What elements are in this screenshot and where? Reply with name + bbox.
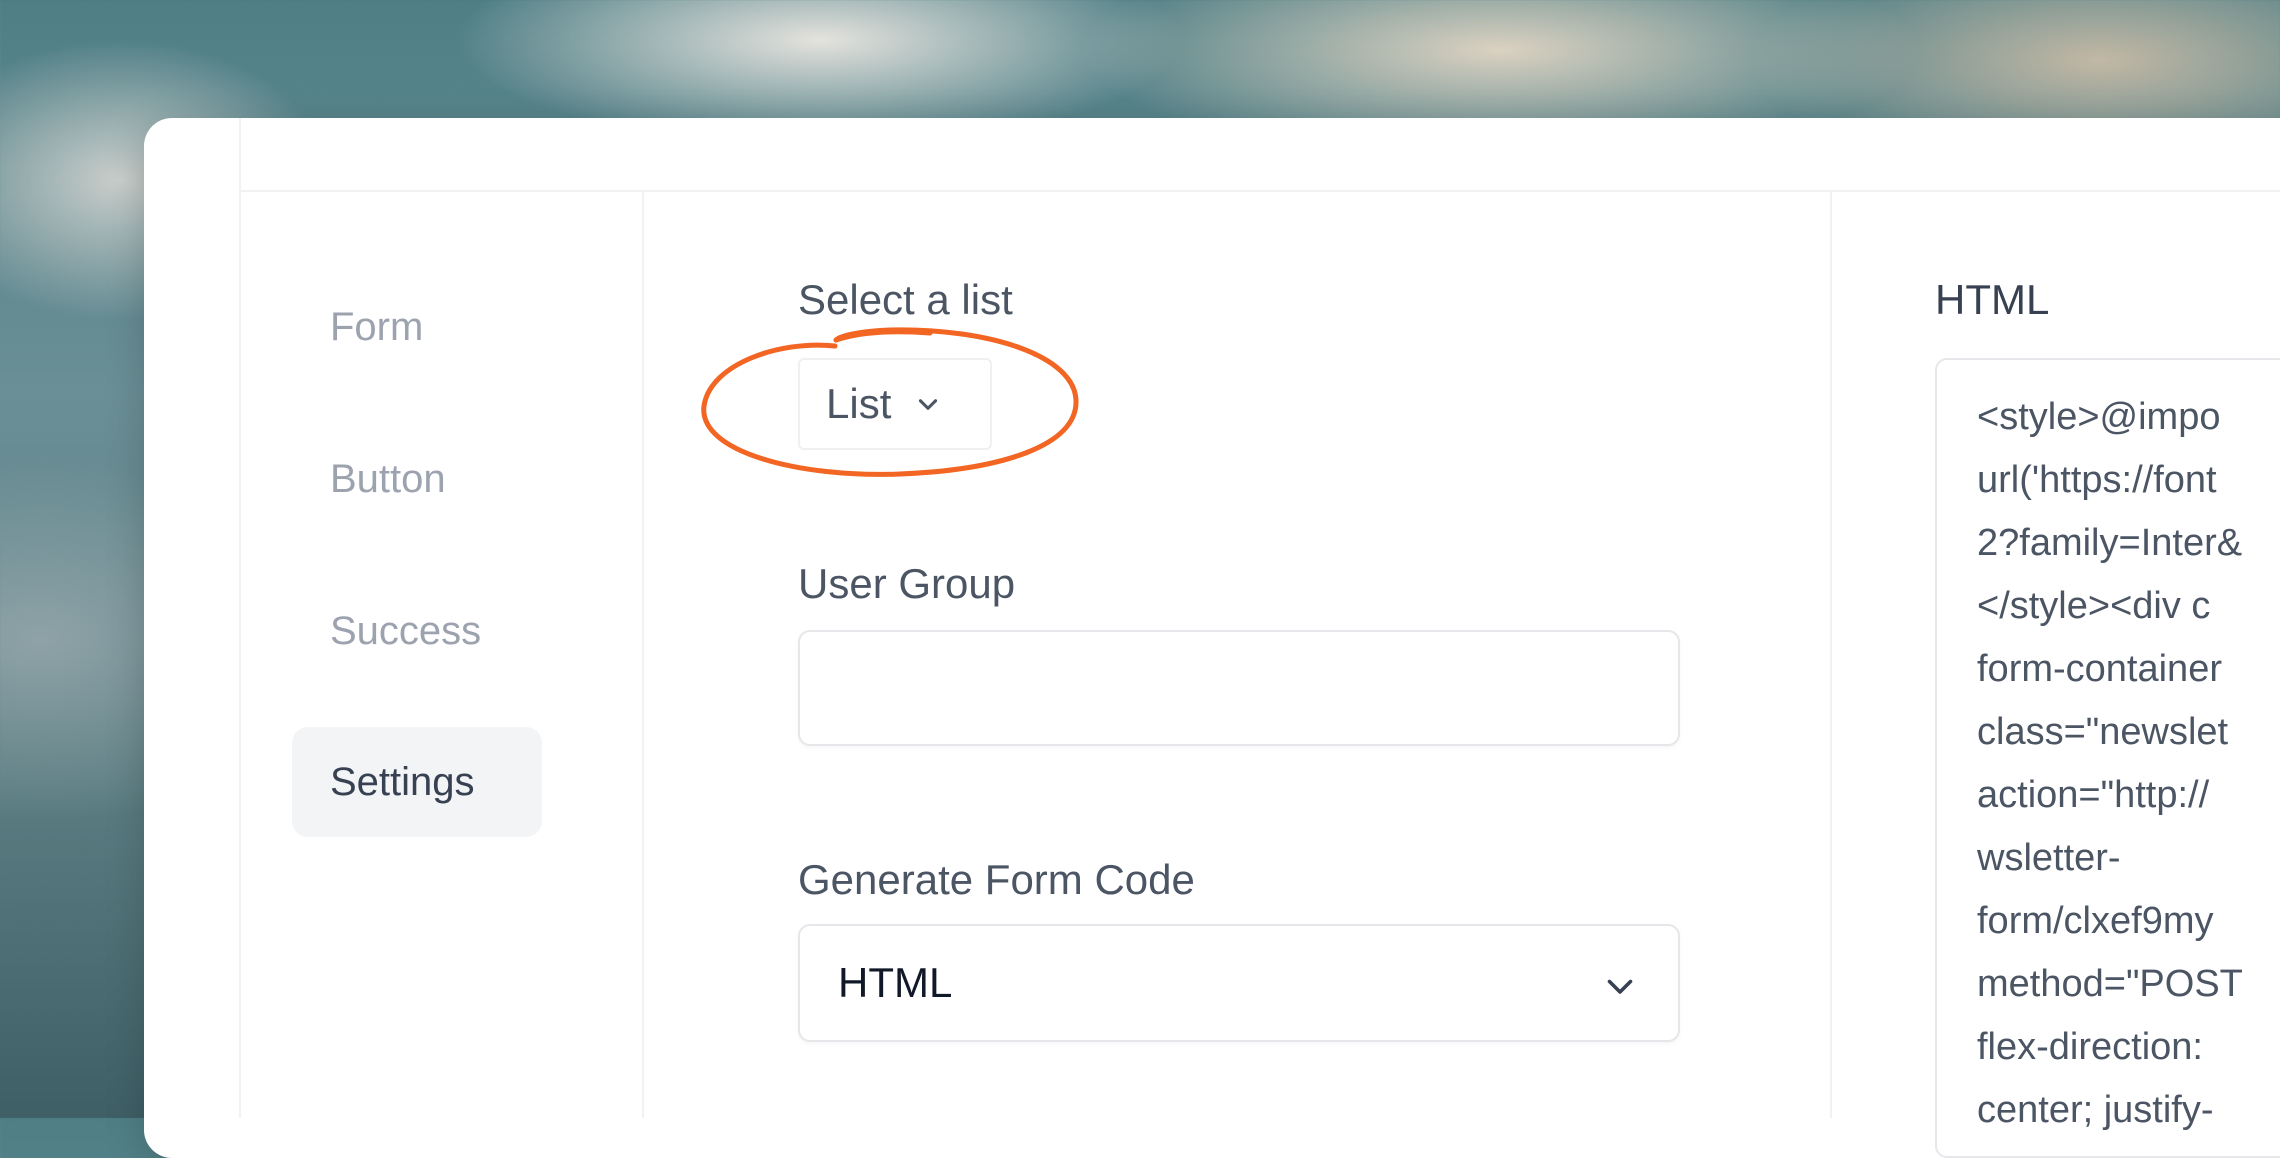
code-line: wsletter- [1977, 837, 2121, 879]
select-list-label: Select a list [798, 276, 1013, 323]
highlight-annotation [701, 327, 1079, 477]
user-group-label: User Group [798, 560, 1016, 607]
generate-form-code-label: Generate Form Code [798, 856, 1195, 903]
code-line: url('https://font [1977, 459, 2217, 501]
user-group-input[interactable] [798, 630, 1680, 746]
column-divider-left [642, 192, 644, 1118]
code-output[interactable]: <style>@impo url('https://font 2?family=… [1935, 358, 2280, 1158]
sidebar-item-label: Button [330, 456, 446, 501]
code-line: center; justify- [1977, 1089, 2214, 1131]
code-line: <style>@impo [1977, 396, 2221, 438]
sidebar-item-label: Form [330, 304, 424, 349]
sidebar-item-success[interactable]: Success [292, 576, 542, 686]
sidebar-item-label: Settings [330, 759, 475, 804]
sidebar-item-label: Success [330, 608, 482, 653]
column-divider-right [1830, 192, 1832, 1118]
code-line: class="newslet [1977, 711, 2229, 753]
code-line: action="http:// [1977, 774, 2210, 816]
code-line: form-container [1977, 648, 2222, 690]
code-line: 2?family=Inter& [1977, 522, 2243, 564]
output-title: HTML [1935, 276, 2050, 323]
code-line: form/clxef9my [1977, 900, 2214, 942]
code-line: method="POST [1977, 963, 2243, 1005]
sidebar-item-form[interactable]: Form [292, 272, 542, 382]
form-code-select-value: HTML [838, 959, 953, 1006]
chevron-down-icon [1607, 979, 1633, 994]
code-line: </style><div c [1977, 585, 2211, 627]
panel-inner-border [239, 118, 241, 1118]
sidebar-item-settings[interactable]: Settings [292, 727, 542, 837]
sidebar-item-button[interactable]: Button [292, 424, 542, 534]
code-line: flex-direction: [1977, 1026, 2203, 1068]
form-code-select[interactable]: HTML [798, 924, 1680, 1042]
header-divider [239, 190, 2280, 192]
